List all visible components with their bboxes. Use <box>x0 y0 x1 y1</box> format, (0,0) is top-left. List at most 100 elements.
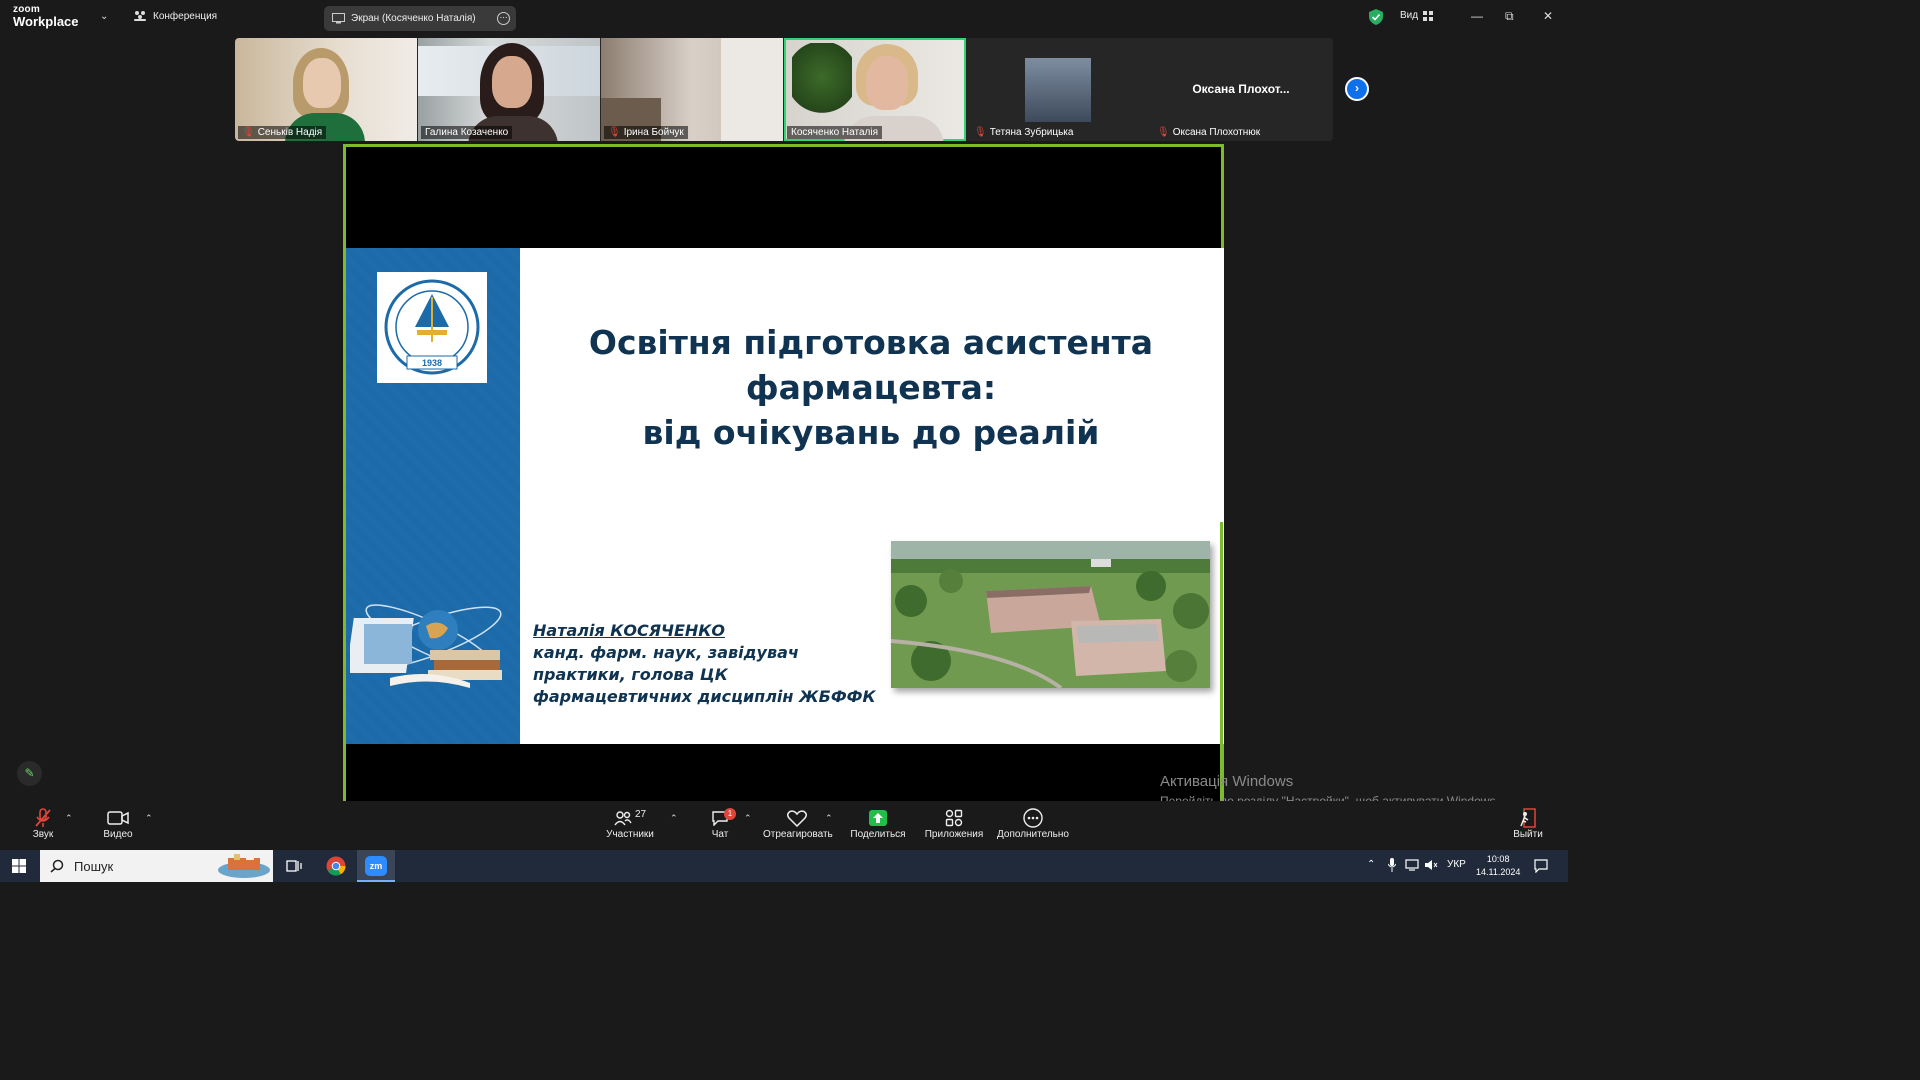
more-dots-icon <box>1023 808 1043 828</box>
microphone-icon[interactable] <box>1388 858 1396 872</box>
mic-muted-icon <box>35 808 51 827</box>
meeting-controls: Звук ⌃ Видео ⌃ 27 Участники ⌃ Чат 1 ⌃ От… <box>0 801 1568 850</box>
participant-name-tag: 🎙 Сеньків Надія <box>238 126 327 139</box>
input-language[interactable]: УКР <box>1447 859 1466 870</box>
speaker-muted-icon[interactable] <box>1424 859 1438 871</box>
leave-label: Выйти <box>1513 829 1543 840</box>
tray-expand-icon[interactable]: ⌃ <box>1367 859 1375 870</box>
close-icon[interactable]: ✕ <box>1543 9 1553 23</box>
participant-tile[interactable]: 🎙 Сеньків Надія <box>235 38 417 141</box>
minimize-icon[interactable]: — <box>1471 9 1483 23</box>
participant-name: Тетяна Зубрицька <box>989 127 1074 138</box>
author-name: Наталія КОСЯЧЕНКО <box>533 621 725 640</box>
grid-view-icon <box>1423 10 1434 21</box>
heart-icon <box>787 809 807 827</box>
audio-options-caret-icon[interactable]: ⌃ <box>65 813 73 824</box>
author-block: Наталія КОСЯЧЕНКО канд. фарм. наук, заві… <box>533 620 876 708</box>
participant-tile[interactable]: Галина Козаченко <box>418 38 600 141</box>
participant-tile-active-speaker[interactable]: Косяченко Наталія <box>784 38 966 141</box>
participant-tile[interactable]: 🎙 Тетяна Зубрицька <box>967 38 1149 141</box>
search-placeholder: Пошук <box>74 858 114 874</box>
restore-icon[interactable]: ⧉ <box>1505 9 1514 24</box>
video-button[interactable]: Видео <box>100 807 136 840</box>
react-options-caret-icon[interactable]: ⌃ <box>825 813 833 824</box>
audio-label: Звук <box>32 829 54 840</box>
windows-activation-title: Активація Windows <box>1160 773 1294 790</box>
network-icon[interactable] <box>1405 859 1419 871</box>
windows-taskbar: Пошук zm ⌃ УКР 10:08 14.11.2024 <box>0 850 1568 882</box>
participant-name: Косяченко Наталія <box>791 127 878 138</box>
participants-label: Участники <box>606 829 654 840</box>
participant-name-tag: 🎙 Ірина Бойчук <box>604 126 688 139</box>
share-screen-button[interactable]: Поделиться <box>850 807 906 840</box>
share-border-right <box>1220 522 1223 801</box>
mic-muted-icon: 🎙 <box>974 127 987 138</box>
clock-date: 14.11.2024 <box>1476 867 1521 877</box>
slide-title: Освітня підготовка асистента фармацевта:… <box>556 320 1186 455</box>
participant-avatar-text: Оксана Плохот... <box>1192 82 1290 96</box>
chevron-down-icon[interactable]: ⌄ <box>100 11 108 22</box>
clock[interactable]: 10:08 14.11.2024 <box>1476 853 1520 879</box>
conference-info-button[interactable]: Конференция <box>133 10 217 22</box>
participants-button[interactable]: 27 Участники <box>602 807 658 841</box>
notifications-icon[interactable] <box>1534 859 1548 873</box>
mic-muted-icon: 🎙 <box>1157 127 1170 138</box>
chrome-icon[interactable] <box>326 856 346 876</box>
college-aerial-photo <box>891 541 1210 688</box>
logo-workplace-text: Workplace <box>13 14 79 29</box>
more-button[interactable]: Дополнительно <box>996 807 1070 840</box>
author-position: фармацевтичних дисциплін ЖБФФК <box>533 687 876 706</box>
zoom-taskbar-button[interactable]: zm <box>357 850 395 882</box>
title-bar: zoom Workplace ⌄ Конференция Экран (Кося… <box>0 0 1568 36</box>
search-highlight-image-icon <box>218 854 270 878</box>
react-button[interactable]: Отреагировать <box>763 807 833 840</box>
video-options-caret-icon[interactable]: ⌃ <box>145 813 153 824</box>
video-camera-icon <box>107 811 129 825</box>
participant-name-tag: Галина Козаченко <box>421 126 513 139</box>
participants-icon <box>614 811 632 826</box>
more-options-icon[interactable]: ⋯ <box>497 12 510 25</box>
books-globe-illustration <box>346 588 510 700</box>
chat-unread-badge: 1 <box>724 808 736 820</box>
emblem-year: 1938 <box>422 358 442 368</box>
participant-avatar <box>1025 58 1091 122</box>
slide-title-line: фармацевта: <box>745 368 997 407</box>
annotate-pencil-icon[interactable]: ✎ <box>17 761 42 786</box>
participant-name: Ірина Бойчук <box>623 127 684 138</box>
chat-button[interactable]: Чат 1 <box>704 807 736 840</box>
mic-muted-icon: 🎙 <box>242 127 255 138</box>
slide-title-line: від очікувань до реалій <box>642 413 1100 452</box>
conference-label: Конференция <box>153 10 218 22</box>
windows-start-icon[interactable] <box>12 859 26 873</box>
participant-tile[interactable]: Оксана Плохот... 🎙 Оксана Плохотнюк <box>1150 38 1332 141</box>
view-label: Вид <box>1400 10 1419 21</box>
audio-button[interactable]: Звук <box>26 807 60 840</box>
next-page-arrow-icon[interactable]: › <box>1345 77 1369 101</box>
participants-options-caret-icon[interactable]: ⌃ <box>670 813 678 824</box>
presentation-slide: 1938 Освітня підготовка асистента фармац… <box>346 248 1224 744</box>
zoom-window: zoom Workplace ⌄ Конференция Экран (Кося… <box>0 0 1568 882</box>
zoom-workplace-logo[interactable]: zoom Workplace <box>13 5 79 29</box>
taskbar-search-box[interactable]: Пошук <box>40 850 273 882</box>
leave-button[interactable]: Выйти <box>1512 807 1544 840</box>
participant-name-tag: Косяченко Наталія <box>787 126 882 139</box>
chat-options-caret-icon[interactable]: ⌃ <box>744 813 752 824</box>
participant-tile[interactable]: 🎙 Ірина Бойчук <box>601 38 783 141</box>
participant-name: Оксана Плохотнюк <box>1172 127 1261 138</box>
author-position: канд. фарм. наук, завідувач <box>533 643 799 662</box>
leave-door-icon <box>1520 808 1536 828</box>
participant-name: Галина Козаченко <box>425 127 509 138</box>
participants-count: 27 <box>634 808 647 820</box>
mic-muted-icon: 🎙 <box>608 127 621 138</box>
zoom-app-icon: zm <box>365 856 387 876</box>
participant-name-tag: 🎙 Тетяна Зубрицька <box>970 126 1077 139</box>
encryption-shield-icon[interactable] <box>1369 9 1383 25</box>
share-arrow-icon <box>869 810 887 826</box>
apps-button[interactable]: Приложения <box>924 807 984 840</box>
apps-label: Приложения <box>924 829 984 840</box>
slide-title-line: Освітня підготовка асистента <box>588 323 1154 362</box>
screen-share-tab[interactable]: Экран (Косяченко Наталія) ⋯ <box>324 6 516 31</box>
screen-icon <box>332 13 345 24</box>
view-menu-button[interactable]: Вид <box>1400 10 1434 21</box>
task-view-icon[interactable] <box>286 858 302 874</box>
